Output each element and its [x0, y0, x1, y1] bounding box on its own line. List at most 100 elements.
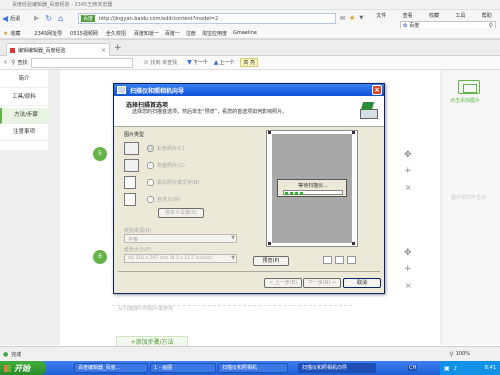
- option-custom[interactable]: 自定义(M): [124, 193, 180, 206]
- paper-source-select[interactable]: 平板 ▼: [124, 234, 237, 243]
- back-wizard-button[interactable]: < 上一步(B): [264, 278, 302, 288]
- home-icon[interactable]: ⌂: [58, 14, 63, 23]
- find-icon: ⚲: [11, 59, 16, 66]
- find-prev-button[interactable]: 上一个: [219, 59, 234, 66]
- add-image-label[interactable]: 点击添加图片: [450, 97, 480, 104]
- nav-item-tools[interactable]: 工具/原料: [0, 90, 48, 106]
- menu-view[interactable]: 查看: [403, 12, 413, 19]
- menu-file[interactable]: 文件: [376, 12, 386, 19]
- window-title: 百度经验编辑器_百度经验 - 2345王牌浏览器: [12, 2, 113, 8]
- tab-close-icon[interactable]: ×: [101, 47, 106, 54]
- add-image-icon[interactable]: [458, 80, 480, 94]
- forward-icon[interactable]: ▶: [34, 14, 39, 22]
- paper-size-value: A4 210 x 297 mm (8.3 x 11.7 inches): [128, 256, 212, 261]
- radio-custom[interactable]: [147, 196, 154, 203]
- not-found-icon: ⊘: [143, 59, 149, 66]
- bookmark-video[interactable]: 0515视频网: [70, 30, 98, 37]
- refresh-icon[interactable]: ↻: [45, 14, 52, 23]
- highlight-button[interactable]: 高 亮: [240, 58, 258, 67]
- zoom-level[interactable]: 100%: [456, 351, 470, 357]
- status-check-icon: ●: [3, 350, 9, 358]
- bookmark-2345[interactable]: 2345网址导: [34, 30, 62, 37]
- dialog-title-bar[interactable]: 扫描仪和照相机向导 ×: [114, 84, 384, 96]
- zoom-icon-2[interactable]: ⚲: [449, 351, 453, 358]
- tab-active[interactable]: 编辑编辑器_百度经验 ×: [6, 43, 110, 56]
- star-icon[interactable]: ★: [349, 14, 355, 22]
- address-bar[interactable]: 百度 http://jingyan.baidu.com/edit/content…: [78, 13, 336, 24]
- new-tab-button[interactable]: +: [114, 43, 122, 53]
- dropdown-icon[interactable]: ▼: [359, 15, 363, 21]
- find-input[interactable]: [31, 57, 134, 68]
- scanning-progress-box: 等待扫描仪...: [277, 179, 347, 197]
- cancel-button[interactable]: 取消: [343, 278, 381, 288]
- bookmark-campus[interactable]: 全久校招: [106, 30, 126, 37]
- find-next-button[interactable]: 下一个: [193, 59, 208, 66]
- add-icon[interactable]: +: [404, 166, 412, 176]
- delete-icon[interactable]: ×: [405, 183, 412, 192]
- start-label: 开始: [14, 363, 30, 373]
- volume-icon[interactable]: ♪: [454, 365, 458, 372]
- outline-nav: 简介 工具/原料 方法/步骤 注意事项: [0, 70, 50, 150]
- step-number-5: 5: [93, 147, 107, 161]
- nav-item-intro[interactable]: 简介: [0, 72, 48, 88]
- task-browser[interactable]: 百度编辑器_百度...: [74, 363, 148, 373]
- input-language[interactable]: CH: [408, 365, 418, 371]
- crop-handle-icon-2: [352, 131, 355, 134]
- scanner-icon: [117, 86, 126, 94]
- nav-item-steps[interactable]: 方法/步骤: [0, 108, 50, 124]
- menu-favorites[interactable]: 收藏: [429, 12, 439, 19]
- add-icon-2[interactable]: +: [404, 264, 412, 274]
- option-bw[interactable]: 黑白照片或文字(B): [124, 176, 199, 189]
- task-scanner[interactable]: 扫描仪和照相机: [218, 363, 288, 373]
- bookmark-register[interactable]: 注册: [186, 30, 196, 37]
- favorites-star-icon: ★: [3, 29, 9, 37]
- move-icon-2[interactable]: ✥: [404, 248, 412, 258]
- label-bw: 黑白照片或文字(B): [157, 180, 200, 186]
- dialog-header: 选择扫描首选项 选择您的扫描首选项，然后单击“预览”，看您的首选项如何影响照片。: [114, 96, 384, 127]
- bookmark-gmaeline[interactable]: Gmaeline: [233, 30, 257, 36]
- wizard-scanner-icon: [358, 101, 378, 121]
- bookmark-baidu-zhidao[interactable]: 百度知道一: [134, 30, 159, 37]
- fit-page-icon[interactable]: [323, 256, 332, 264]
- browser-status-bar: ● 完成 ⚲ 100%: [0, 346, 500, 361]
- bookmark-favorites[interactable]: 收藏: [10, 30, 20, 37]
- task-scanner-wizard[interactable]: 扫描仪和照相机向导: [298, 363, 376, 373]
- move-icon[interactable]: ✥: [404, 150, 412, 160]
- url-text[interactable]: http://jingyan.baidu.com/edit/content?mo…: [99, 16, 218, 22]
- back-button[interactable]: 后退: [10, 15, 20, 22]
- menu-help[interactable]: 帮助: [482, 12, 492, 19]
- menu-tools[interactable]: 工具: [455, 12, 465, 19]
- crop-handle-icon-4: [352, 242, 355, 245]
- radio-gray[interactable]: [147, 162, 154, 169]
- nav-item-notes[interactable]: 注意事项: [0, 125, 48, 141]
- option-color[interactable]: 彩色照片(C): [124, 142, 184, 155]
- radio-color[interactable]: [147, 145, 154, 152]
- dialog-close-button[interactable]: ×: [372, 85, 382, 95]
- clock[interactable]: 8:41: [485, 365, 496, 371]
- paper-size-select[interactable]: A4 210 x 297 mm (8.3 x 11.7 inches) ▼: [124, 254, 237, 263]
- bookmark-taobao[interactable]: 淘宝应用度: [202, 30, 227, 37]
- label-color: 彩色照片(C): [157, 146, 185, 152]
- windows-taskbar: 开始 百度编辑器_百度... 1 - 画图 扫描仪和照相机 扫描仪和照相机向导 …: [0, 361, 500, 375]
- actual-size-icon[interactable]: [347, 256, 356, 264]
- radio-bw[interactable]: [147, 179, 154, 186]
- bookmark-baidu[interactable]: 百度一: [165, 30, 180, 37]
- delete-icon-2[interactable]: ×: [405, 281, 412, 290]
- preview-button[interactable]: 预览(P): [253, 256, 289, 266]
- back-icon[interactable]: ◀: [2, 14, 8, 23]
- zoom-icon[interactable]: [335, 256, 344, 264]
- custom-settings-button[interactable]: 自定义设置(S): [158, 208, 204, 218]
- network-icon[interactable]: ▣: [444, 365, 450, 372]
- picture-type-label: 图片类型: [124, 132, 145, 138]
- task-paint[interactable]: 1 - 画图: [150, 363, 216, 373]
- start-button[interactable]: 开始: [0, 361, 46, 375]
- crop-handle-icon: [268, 131, 271, 134]
- option-gray[interactable]: 灰度照片(G): [124, 159, 185, 172]
- translate-icon[interactable]: ✉: [340, 15, 345, 22]
- label-gray: 灰度照片(G): [157, 163, 185, 169]
- browser-title-bar: 百度经验编辑器_百度经验 - 2345王牌浏览器: [0, 0, 500, 10]
- image-hint: 图片暂时不显示: [451, 195, 487, 201]
- close-find-icon[interactable]: ×: [3, 59, 8, 66]
- tab-bar: 编辑编辑器_百度经验 × +: [0, 40, 500, 56]
- next-wizard-button[interactable]: 下一步(N) >: [303, 278, 341, 288]
